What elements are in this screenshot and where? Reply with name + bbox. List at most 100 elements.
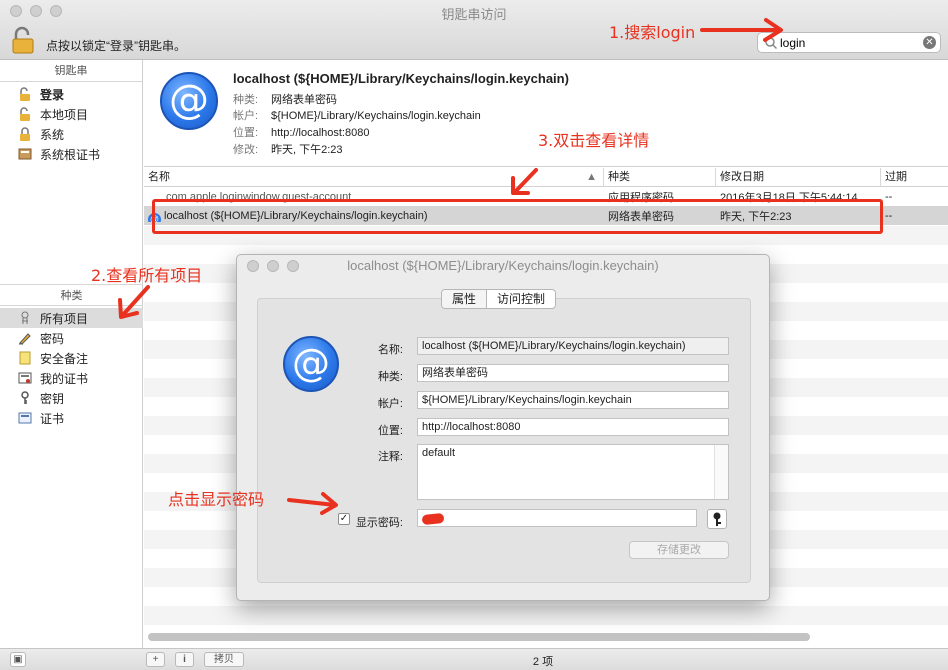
annotation-step1: 1.搜索login: [609, 23, 696, 42]
column-label: 过期: [885, 171, 907, 183]
all-items-icon: [21, 311, 29, 324]
save-changes-button[interactable]: 存储更改: [629, 541, 729, 559]
redacted-password-mark: [421, 512, 445, 526]
column-header-name[interactable]: 名称 ▲: [144, 168, 604, 186]
annotation-step4: 点击显示密码: [168, 490, 265, 509]
detail-row-modified: 修改: 昨天, 下午2:23: [233, 141, 343, 157]
sidebar-item-certificates[interactable]: 证书: [0, 408, 143, 428]
comment-text: default: [422, 447, 456, 459]
sidebar-item-label: 我的证书: [40, 371, 89, 386]
unlocked-padlock-icon: [20, 107, 30, 121]
account-field[interactable]: ${HOME}/Library/Keychains/login.keychain: [417, 391, 729, 409]
column-label: 名称: [148, 171, 170, 183]
sidebar-item-all-items[interactable]: 所有项目: [0, 308, 143, 328]
bottom-toolbar: ▣ + i 拷贝 2 项: [0, 648, 948, 670]
sidebar-item-label: 所有项目: [40, 311, 89, 326]
detail-value: ${HOME}/Library/Keychains/login.keychain: [271, 110, 481, 122]
sidebar-item-secure-notes[interactable]: 安全备注: [0, 348, 143, 368]
comment-field[interactable]: default: [417, 444, 729, 500]
account-label: 帐户:: [377, 398, 403, 410]
name-field[interactable]: localhost (${HOME}/Library/Keychains/log…: [417, 337, 729, 355]
highlight-box: [152, 199, 883, 234]
column-label: 修改日期: [720, 171, 764, 183]
sidebar-item-label: 密钥: [40, 391, 65, 406]
inspector-window-controls[interactable]: [247, 260, 299, 272]
password-pencil-icon: [19, 333, 31, 345]
password-assistant-button[interactable]: [707, 509, 727, 529]
zoom-window-button[interactable]: [287, 260, 299, 272]
column-header-kind[interactable]: 种类: [604, 168, 716, 186]
item-count: 2 项: [532, 656, 554, 668]
clear-search-icon[interactable]: ✕: [923, 36, 936, 49]
detail-value: 网络表单密码: [271, 94, 337, 106]
horizontal-scrollbar[interactable]: [148, 633, 810, 641]
key-icon: [21, 391, 29, 404]
annotation-step2: 2.查看所有项目: [91, 266, 203, 285]
sort-ascending-icon: ▲: [586, 171, 597, 183]
column-header-expires[interactable]: 过期: [881, 168, 948, 186]
inspector-title-bar: localhost (${HOME}/Library/Keychains/log…: [237, 255, 769, 277]
row-expires: --: [885, 209, 893, 222]
web-form-password-icon: @: [283, 336, 339, 392]
detail-title: localhost (${HOME}/Library/Keychains/log…: [233, 71, 569, 86]
certificate-cabinet-icon: [18, 148, 32, 160]
attributes-panel: @ 名称: localhost (${HOME}/Library/Keychai…: [257, 298, 751, 583]
row-expires: --: [885, 190, 893, 203]
kind-field[interactable]: 网络表单密码: [417, 364, 729, 382]
inspector-title: localhost (${HOME}/Library/Keychains/log…: [347, 258, 659, 273]
sidebar-item-login[interactable]: 登录: [0, 84, 142, 104]
comment-label: 注释:: [377, 451, 403, 463]
sidebar-item-system[interactable]: 系统: [0, 124, 142, 144]
table-header: 名称 ▲ 种类 修改日期 过期: [144, 168, 948, 187]
detail-row-kind: 种类: 网络表单密码: [233, 91, 337, 107]
web-form-password-icon: @: [160, 72, 218, 130]
title-bar: 钥匙串访问 点按以锁定“登录”钥匙串。 ✕: [0, 0, 948, 60]
my-certificate-icon: [18, 372, 32, 384]
unlocked-padlock-icon: [20, 87, 30, 101]
search-field[interactable]: ✕: [757, 32, 941, 53]
detail-row-account: 帐户: ${HOME}/Library/Keychains/login.keych…: [233, 107, 481, 123]
note-icon: [19, 351, 31, 365]
search-icon: [765, 37, 778, 50]
comment-scrollbar[interactable]: [714, 445, 728, 499]
detail-value: 昨天, 下午2:23: [271, 144, 343, 156]
sidebar: 钥匙串 登录 本地项目 系统 系统根证书 种类 所有项目 密码 安全备注 我的证…: [0, 60, 143, 648]
tab-access-control[interactable]: 访问控制: [487, 290, 555, 308]
sidebar-item-my-certificates[interactable]: 我的证书: [0, 368, 143, 388]
sidebar-item-system-roots[interactable]: 系统根证书: [0, 144, 142, 164]
categories-header: 种类: [0, 284, 143, 306]
detail-key: 帐户:: [233, 110, 259, 122]
where-label: 位置:: [377, 425, 403, 437]
inspector-tabs: 属性 访问控制: [441, 289, 557, 309]
detail-key: 种类:: [233, 94, 259, 106]
item-inspector-window: localhost (${HOME}/Library/Keychains/log…: [236, 254, 770, 601]
sidebar-item-label: 系统: [40, 127, 65, 142]
categories-section: 种类 所有项目 密码 安全备注 我的证书 密钥 证书: [0, 284, 143, 428]
padlock-icon: [20, 127, 30, 141]
detail-row-where: 位置: http://localhost:8080: [233, 124, 369, 140]
search-input[interactable]: [780, 35, 920, 51]
annotation-step3: 3.双击查看详情: [538, 131, 650, 150]
sidebar-item-label: 登录: [40, 87, 65, 102]
sidebar-item-label: 证书: [40, 411, 65, 426]
sidebar-item-label: 密码: [40, 331, 65, 346]
tab-attributes[interactable]: 属性: [442, 290, 488, 308]
window-title: 钥匙串访问: [441, 7, 507, 22]
close-window-button[interactable]: [247, 260, 259, 272]
password-field[interactable]: [417, 509, 697, 527]
detail-key: 位置:: [233, 127, 259, 139]
certificate-icon: [18, 412, 32, 424]
minimize-window-button[interactable]: [267, 260, 279, 272]
sidebar-item-keys[interactable]: 密钥: [0, 388, 143, 408]
key-icon: [713, 512, 721, 526]
sidebar-item-local[interactable]: 本地项目: [0, 104, 142, 124]
where-field[interactable]: http://localhost:8080: [417, 418, 729, 436]
sidebar-item-passwords[interactable]: 密码: [0, 328, 143, 348]
detail-value: http://localhost:8080: [271, 127, 370, 139]
keychains-header: 钥匙串: [0, 60, 142, 82]
sidebar-item-label: 系统根证书: [40, 147, 101, 162]
sidebar-item-label: 本地项目: [40, 107, 89, 122]
column-header-date[interactable]: 修改日期: [716, 168, 881, 186]
lock-instruction: 点按以锁定“登录”钥匙串。: [46, 39, 186, 53]
unlocked-padlock-icon[interactable]: [12, 26, 34, 54]
